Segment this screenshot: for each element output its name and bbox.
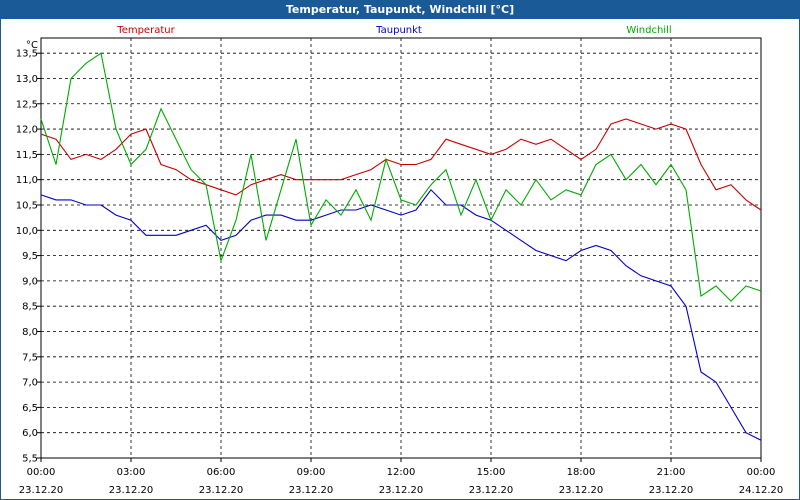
x-tick-label-date: 23.12.20 bbox=[19, 485, 64, 496]
y-tick-label: 9,0 bbox=[22, 276, 38, 287]
x-tick-label-date: 23.12.20 bbox=[649, 485, 694, 496]
y-tick-label: 12,5 bbox=[16, 99, 38, 110]
line-chart: 5,5 6,0 6,5 7,0 7,5 8,0 8,5 9,0 9,5 10,0 10,5 11,0 1… bbox=[16, 25, 784, 496]
y-tick-label: 5,5 bbox=[22, 454, 38, 465]
y-tick-label: 12,0 bbox=[16, 125, 38, 136]
y-tick-label: 11,0 bbox=[16, 175, 38, 186]
x-tick-label-time: 03:00 bbox=[117, 467, 146, 478]
legend-label-taupunkt: Taupunkt bbox=[375, 25, 422, 36]
x-tick-label-date: 24.12.20 bbox=[739, 485, 784, 496]
x-tick-label-time: 18:00 bbox=[567, 467, 596, 478]
window-title: Temperatur, Taupunkt, Windchill [°C] bbox=[285, 3, 515, 16]
x-tick-label-date: 23.12.20 bbox=[289, 485, 334, 496]
y-tick-label: 7,5 bbox=[22, 352, 38, 363]
x-tick-label-date: 23.12.20 bbox=[469, 485, 514, 496]
x-tick-label-time: 12:00 bbox=[387, 467, 416, 478]
x-tick-label-time: 06:00 bbox=[207, 467, 236, 478]
x-tick-label-time: 00:00 bbox=[747, 467, 776, 478]
x-tick-label-date: 23.12.20 bbox=[559, 485, 604, 496]
x-tick-label-time: 09:00 bbox=[297, 467, 326, 478]
y-tick-label: 11,5 bbox=[16, 150, 38, 161]
y-tick-label: 6,0 bbox=[22, 428, 38, 439]
x-tick-label-date: 23.12.20 bbox=[109, 485, 154, 496]
x-tick-label-time: 15:00 bbox=[477, 467, 506, 478]
y-tick-label: 9,5 bbox=[22, 251, 38, 262]
window-title-bar: Temperatur, Taupunkt, Windchill [°C] bbox=[0, 0, 800, 19]
x-tick-label-date: 23.12.20 bbox=[379, 485, 424, 496]
y-tick-label: 8,0 bbox=[22, 327, 38, 338]
y-tick-label: 6,5 bbox=[22, 403, 38, 414]
x-tick-label-time: 21:00 bbox=[657, 467, 686, 478]
y-tick-label: 13,0 bbox=[16, 74, 38, 85]
y-tick-label: 10,0 bbox=[16, 226, 38, 237]
y-tick-label: 10,5 bbox=[16, 200, 38, 211]
y-tick-label: 8,5 bbox=[22, 302, 38, 313]
legend-label-windchill: Windchill bbox=[626, 25, 671, 36]
legend-label-temperatur: Temperatur bbox=[116, 25, 175, 36]
y-tick-label: 7,0 bbox=[22, 378, 38, 389]
x-tick-label-date: 23.12.20 bbox=[199, 485, 244, 496]
chart-frame: 5,5 6,0 6,5 7,0 7,5 8,0 8,5 9,0 9,5 10,0 10,5 11,0 1… bbox=[0, 19, 800, 500]
x-tick-label-time: 00:00 bbox=[27, 467, 56, 478]
y-axis-unit: °C bbox=[26, 40, 38, 51]
